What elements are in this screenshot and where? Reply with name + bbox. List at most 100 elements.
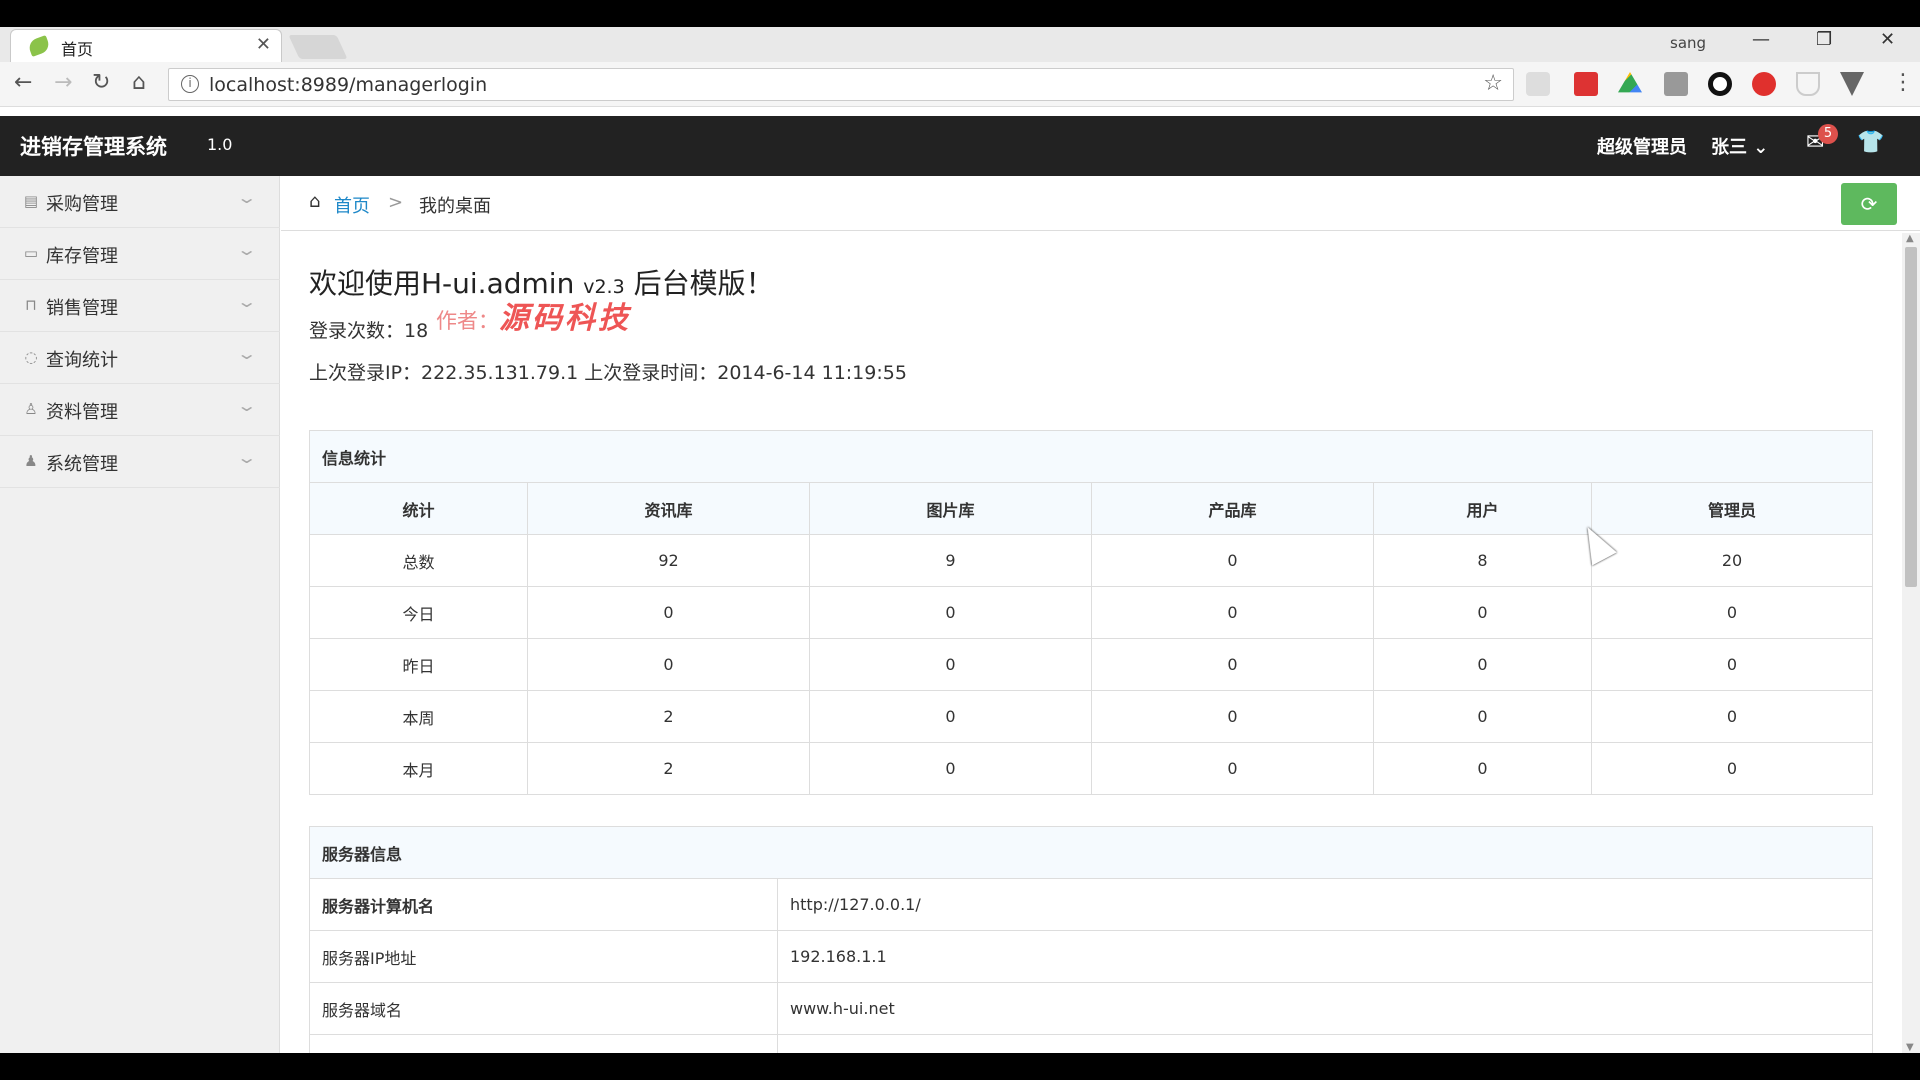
record-icon[interactable] — [1708, 72, 1732, 96]
table-cell: 80 — [777, 1034, 1873, 1053]
user-menu[interactable]: 张三 ⌄ — [1711, 133, 1768, 159]
reload-icon[interactable]: ↻ — [92, 71, 110, 95]
chevron-down-icon: ⌄ — [235, 396, 258, 415]
column-header: 管理员 — [1591, 482, 1873, 535]
author-watermark: 作者：源码科技 — [436, 293, 631, 337]
browser-toolbar: ← → ↻ ⌂ i localhost:8989/managerlogin ☆ … — [0, 62, 1920, 107]
chat-icon: ◌ — [24, 348, 38, 366]
breadcrumb-home-link[interactable]: 首页 — [334, 192, 370, 218]
table-cell: 0 — [527, 638, 810, 691]
sidebar-item-data[interactable]: ♙ 资料管理 ⌄ — [0, 384, 280, 436]
skin-icon[interactable]: 👕 — [1857, 130, 1884, 155]
table-row: 昨日 0 0 0 0 0 — [309, 638, 1873, 691]
address-bar[interactable]: i localhost:8989/managerlogin ☆ — [168, 68, 1514, 101]
table-row: 本周 2 0 0 0 0 — [309, 690, 1873, 743]
sidebar-item-purchase[interactable]: ▤ 采购管理 ⌄ — [0, 176, 280, 228]
author-label: 作者： — [436, 309, 499, 333]
table-row: 今日 0 0 0 0 0 — [309, 586, 1873, 639]
extension-puzzle-icon[interactable] — [1526, 72, 1550, 96]
info-icon[interactable]: i — [181, 75, 199, 93]
column-header: 图片库 — [809, 482, 1092, 535]
shield-icon[interactable] — [1796, 72, 1820, 96]
stats-table: 信息统计 统计 资讯库 图片库 产品库 用户 管理员 总数 92 9 0 8 2… — [309, 430, 1873, 795]
opera-icon[interactable] — [1752, 72, 1776, 96]
column-header: 统计 — [309, 482, 528, 535]
table-cell: 2 — [527, 742, 810, 795]
sidebar-item-query[interactable]: ◌ 查询统计 ⌄ — [0, 332, 280, 384]
chevron-down-icon: ⌄ — [235, 344, 258, 363]
tab-title: 首页 — [61, 40, 94, 59]
close-icon[interactable]: ✕ — [256, 34, 271, 55]
user-role: 超级管理员 — [1597, 137, 1687, 158]
mail-count-badge: 5 — [1818, 124, 1838, 144]
drive-icon[interactable] — [1618, 72, 1642, 93]
sidebar-item-sales[interactable]: ⊓ 销售管理 ⌄ — [0, 280, 280, 332]
sidebar-item-system[interactable]: ♟ 系统管理 ⌄ — [0, 436, 280, 488]
table-cell: 服务器计算机名 — [309, 878, 778, 931]
gmail-icon[interactable] — [1574, 72, 1598, 96]
extension-icon[interactable] — [1664, 72, 1688, 96]
sidebar-item-label: 资料管理 — [46, 402, 118, 423]
refresh-button[interactable]: ⟳ — [1841, 183, 1897, 225]
table-row: 服务器计算机名 http://127.0.0.1/ — [309, 878, 1873, 931]
author-name: 源码科技 — [499, 301, 631, 336]
table-cell: 2 — [527, 690, 810, 743]
table-cell: 0 — [1373, 690, 1592, 743]
breadcrumb: ⌂ 首页 > 我的桌面 — [281, 176, 1920, 231]
stats-caption: 信息统计 — [309, 430, 1873, 483]
star-icon[interactable]: ☆ — [1483, 71, 1503, 96]
table-cell: 0 — [1373, 638, 1592, 691]
sidebar-item-label: 销售管理 — [46, 298, 118, 319]
scrollbar-thumb[interactable] — [1905, 247, 1917, 587]
sidebar: ▤ 采购管理 ⌄ ▭ 库存管理 ⌄ ⊓ 销售管理 ⌄ ◌ 查询统计 ⌄ ♙ 资料… — [0, 176, 280, 1053]
content-scrollbar[interactable]: ▲ ▼ — [1902, 233, 1920, 1053]
scroll-up-icon[interactable]: ▲ — [1906, 233, 1914, 244]
scroll-down-icon[interactable]: ▼ — [1906, 1042, 1914, 1053]
home-icon[interactable]: ⌂ — [132, 71, 146, 95]
url-text[interactable]: localhost:8989/managerlogin — [209, 74, 487, 96]
card-icon: ▭ — [23, 244, 39, 262]
server-info-table: 服务器信息 服务器计算机名 http://127.0.0.1/ 服务器IP地址 … — [309, 826, 1873, 1053]
breadcrumb-separator: > — [388, 192, 404, 213]
table-cell: 服务器IP地址 — [309, 930, 778, 983]
leaf-icon — [26, 35, 52, 57]
restore-icon[interactable]: ❐ — [1816, 29, 1832, 50]
table-cell: 0 — [1373, 742, 1592, 795]
new-tab-button[interactable] — [288, 35, 348, 59]
table-row: 本月 2 0 0 0 0 — [309, 742, 1873, 795]
sidebar-item-label: 库存管理 — [46, 246, 118, 267]
table-cell: 0 — [1091, 638, 1374, 691]
chevron-down-icon: ⌄ — [235, 240, 258, 259]
menu-dots-icon[interactable]: ⋮ — [1892, 71, 1914, 95]
table-cell: 9 — [809, 534, 1092, 587]
chevron-down-icon: ⌄ — [235, 448, 258, 467]
column-header: 产品库 — [1091, 482, 1374, 535]
table-cell: 本月 — [309, 742, 528, 795]
back-arrow-icon[interactable]: ← — [14, 71, 32, 95]
home-icon: ⌂ — [309, 191, 321, 212]
table-cell: 0 — [1091, 690, 1374, 743]
minimize-icon[interactable]: — — [1752, 29, 1770, 50]
window-close-icon[interactable]: ✕ — [1880, 29, 1895, 50]
sidebar-item-label: 采购管理 — [46, 194, 118, 215]
table-cell: 0 — [1091, 586, 1374, 639]
app-title[interactable]: 进销存管理系统 — [20, 131, 167, 161]
table-cell: 服务器端口 — [309, 1034, 778, 1053]
window-user[interactable]: sang — [1670, 34, 1706, 52]
table-row: 服务器端口 80 — [309, 1034, 1873, 1053]
breadcrumb-current: 我的桌面 — [419, 196, 491, 217]
sidebar-item-label: 查询统计 — [46, 350, 118, 371]
table-cell: 昨日 — [309, 638, 528, 691]
table-cell: www.h-ui.net — [777, 982, 1873, 1035]
table-cell: 20 — [1591, 534, 1873, 587]
table-cell: http://127.0.0.1/ — [777, 878, 1873, 931]
browser-tab[interactable]: 首页 ✕ — [10, 29, 282, 63]
vimium-icon[interactable] — [1840, 72, 1864, 96]
table-cell: 0 — [1091, 534, 1374, 587]
person-icon: ♟ — [24, 452, 38, 470]
table-cell: 0 — [1591, 638, 1873, 691]
login-count: 登录次数：18 — [309, 320, 429, 342]
tab-strip: 首页 ✕ sang — ❐ ✕ — [0, 27, 1920, 63]
forward-arrow-icon[interactable]: → — [54, 71, 72, 95]
sidebar-item-inventory[interactable]: ▭ 库存管理 ⌄ — [0, 228, 280, 280]
